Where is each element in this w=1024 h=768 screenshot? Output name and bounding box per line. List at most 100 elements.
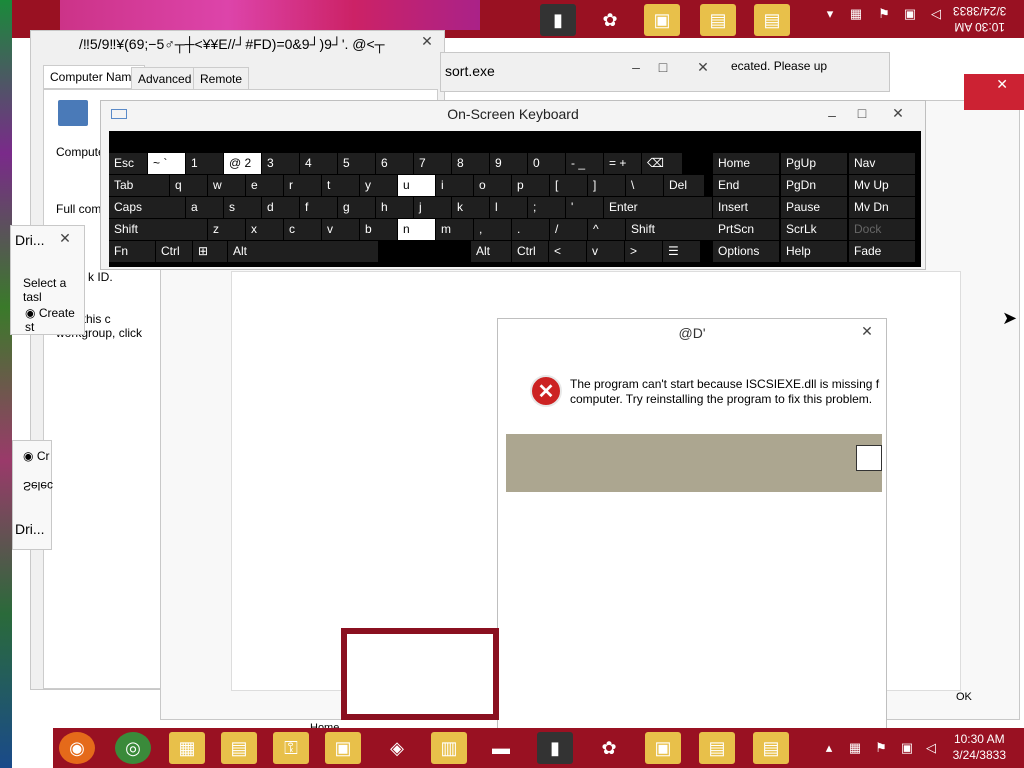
display-icon[interactable]: ▣ [644, 4, 680, 36]
flag-icon[interactable]: ⚑ [871, 738, 891, 758]
key[interactable]: > [625, 241, 662, 262]
nav-key[interactable]: Dock [849, 219, 915, 240]
volume-icon[interactable]: ◁ [921, 738, 941, 758]
key[interactable]: Del [664, 175, 704, 196]
flag-icon[interactable]: ⚑ [874, 4, 894, 24]
key[interactable]: j [414, 197, 451, 218]
key[interactable]: q [170, 175, 207, 196]
key[interactable]: h [376, 197, 413, 218]
key[interactable]: 0 [528, 153, 565, 174]
key[interactable]: ] [588, 175, 625, 196]
nav-key[interactable]: End [713, 175, 779, 196]
key[interactable]: b [360, 219, 397, 240]
key[interactable]: c [284, 219, 321, 240]
nav-key[interactable]: Nav [849, 153, 915, 174]
nav-key[interactable]: Pause [781, 197, 847, 218]
nav-key[interactable]: Home [713, 153, 779, 174]
nav-key[interactable]: Fade [849, 241, 915, 262]
create-option[interactable]: ◉ Create st [25, 306, 84, 334]
key[interactable]: o [474, 175, 511, 196]
minimize-icon[interactable]: – [621, 57, 651, 77]
key[interactable]: ; [528, 197, 565, 218]
key[interactable]: p [512, 175, 549, 196]
key[interactable]: = + [604, 153, 641, 174]
window-icon[interactable]: ▤ [753, 732, 789, 764]
key[interactable]: f [300, 197, 337, 218]
app-icon[interactable]: ✿ [592, 4, 628, 36]
chevron-icon[interactable]: ▾ [820, 4, 840, 24]
key[interactable]: Alt [228, 241, 378, 262]
key[interactable]: @ 2 [224, 153, 261, 174]
nav-key[interactable]: Options [713, 241, 779, 262]
nav-key[interactable]: PgDn [781, 175, 847, 196]
key[interactable]: l [490, 197, 527, 218]
key[interactable]: x [246, 219, 283, 240]
key[interactable]: a [186, 197, 223, 218]
key[interactable]: [ [550, 175, 587, 196]
network-icon[interactable]: ▦ [846, 4, 866, 24]
control-panel-icon[interactable]: ▦ [169, 732, 205, 764]
tab-advanced[interactable]: Advanced [131, 67, 199, 91]
key[interactable]: 8 [452, 153, 489, 174]
close-icon[interactable]: ✕ [681, 57, 725, 77]
maximize-icon[interactable]: □ [648, 57, 678, 77]
key[interactable]: 4 [300, 153, 337, 174]
nav-key[interactable]: Insert [713, 197, 779, 218]
computer-icon[interactable]: ▣ [897, 738, 917, 758]
nav-key[interactable]: Help [781, 241, 847, 262]
key[interactable]: - _ [566, 153, 603, 174]
clock-top[interactable]: 10:30 AM 3/24/3833 [953, 3, 1006, 35]
window-icon[interactable]: ▤ [754, 4, 790, 36]
nav-key[interactable]: Mv Dn [849, 197, 915, 218]
key[interactable]: m [436, 219, 473, 240]
key[interactable]: r [284, 175, 321, 196]
key[interactable]: ' [566, 197, 603, 218]
nav-key[interactable]: Mv Up [849, 175, 915, 196]
key[interactable]: 1 [186, 153, 223, 174]
window-icon[interactable]: ▤ [699, 732, 735, 764]
key[interactable]: ^ [588, 219, 625, 240]
key[interactable]: Tab [109, 175, 169, 196]
key[interactable]: < [549, 241, 586, 262]
key[interactable]: Ctrl [156, 241, 192, 262]
clock[interactable]: 10:30 AM 3/24/3833 [953, 731, 1006, 763]
key[interactable]: 5 [338, 153, 375, 174]
close-icon[interactable]: ✕ [412, 31, 442, 51]
key[interactable]: Caps [109, 197, 185, 218]
key[interactable]: i [436, 175, 473, 196]
window-icon[interactable]: ▤ [700, 4, 736, 36]
key[interactable]: Ctrl [512, 241, 548, 262]
key[interactable]: 7 [414, 153, 451, 174]
key[interactable]: v [322, 219, 359, 240]
firefox-icon[interactable]: ◉ [59, 732, 95, 764]
network-icon[interactable]: ▦ [845, 738, 865, 758]
key[interactable]: Enter [604, 197, 712, 218]
key[interactable]: k [452, 197, 489, 218]
app-icon[interactable]: ◈ [379, 732, 415, 764]
maximize-icon[interactable]: □ [847, 103, 877, 123]
key[interactable]: 6 [376, 153, 413, 174]
minimize-icon[interactable]: – [817, 105, 847, 125]
key[interactable]: v [587, 241, 624, 262]
key[interactable]: . [512, 219, 549, 240]
close-icon[interactable]: ✕ [883, 103, 913, 123]
key[interactable]: n [398, 219, 435, 240]
tab-computer-name[interactable]: Computer Name [43, 65, 146, 89]
app-icon[interactable]: ✿ [591, 732, 627, 764]
tab-remote[interactable]: Remote [193, 67, 250, 91]
volume-icon[interactable]: ◁ [926, 4, 946, 24]
ok-partial[interactable]: OK [956, 691, 972, 703]
key[interactable]: d [262, 197, 299, 218]
ok-button[interactable] [856, 445, 882, 471]
nav-key[interactable]: ScrLk [781, 219, 847, 240]
key[interactable]: z [208, 219, 245, 240]
key[interactable]: 3 [262, 153, 299, 174]
radio-option[interactable]: ◉ Cr [23, 449, 49, 463]
key[interactable]: ⌫ [642, 153, 682, 174]
key[interactable]: s [224, 197, 261, 218]
chevron-up-icon[interactable]: ▴ [819, 738, 839, 758]
cmd-icon[interactable]: ▮ [540, 4, 576, 36]
key[interactable]: e [246, 175, 283, 196]
nav-key[interactable]: PrtScn [713, 219, 779, 240]
key[interactable]: ⊞ [193, 241, 227, 262]
